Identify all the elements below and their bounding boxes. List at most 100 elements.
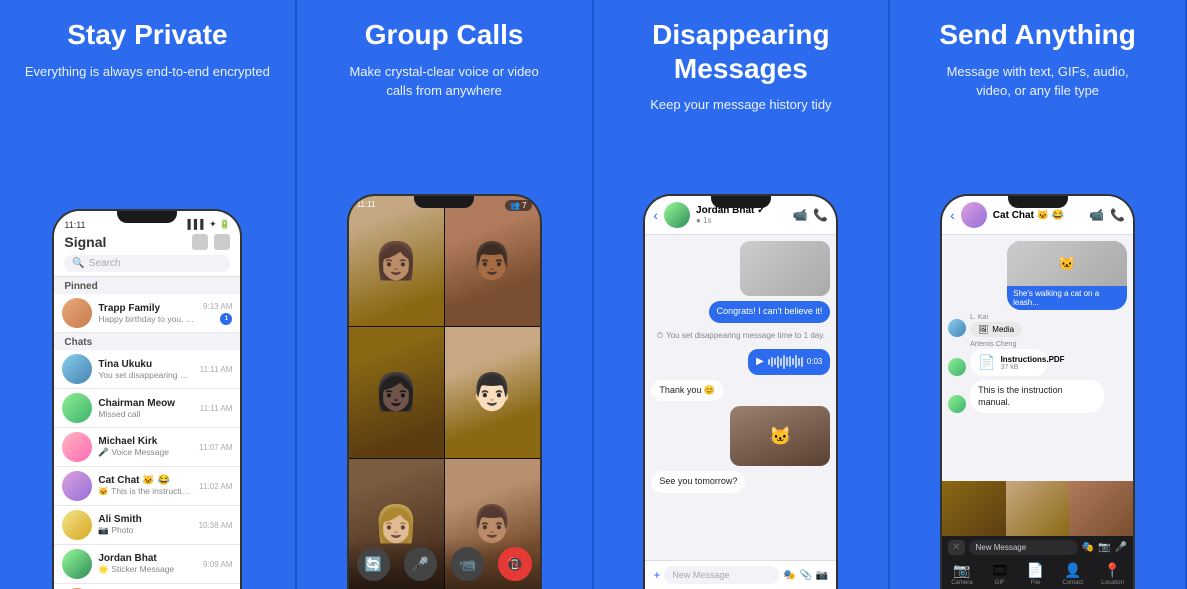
contact-action[interactable]: 👤 Contact: [1062, 562, 1083, 586]
avatar: [62, 510, 92, 540]
file-size: 37 kB: [1001, 364, 1065, 371]
chat-info: Michael Kirk 🎤 Voice Message: [98, 436, 193, 458]
video-button[interactable]: 📹: [451, 547, 484, 581]
call-tile: 👨🏾: [445, 196, 540, 326]
message-body: Congrats! I can't believe it! ⏱You set d…: [645, 235, 836, 499]
attachment-icon[interactable]: 📎: [799, 570, 811, 581]
received-text-item: This is the instruction manual.: [948, 380, 1127, 413]
send-input-bar: ✕ New Message 🎭 📷 🎤: [942, 536, 1133, 559]
back-button[interactable]: ‹: [950, 207, 955, 223]
file-action[interactable]: 📄 File: [1027, 562, 1044, 586]
chat-name: Jordan Bhat: [98, 553, 197, 564]
chat-preview: Happy birthday to you. Happy birthday to…: [98, 314, 197, 324]
plus-icon[interactable]: +: [653, 568, 660, 582]
list-item[interactable]: Ali Smith 📷 Photo 10:38 AM: [54, 506, 240, 545]
back-button[interactable]: ‹: [653, 207, 658, 223]
rotate-camera-button[interactable]: 🔄: [357, 547, 390, 581]
media-bubble: 🖼Media: [970, 322, 1022, 337]
chat-info: Chairman Meow Missed call: [98, 398, 193, 419]
list-item[interactable]: Chairman Meow Missed call 11:11 AM: [54, 389, 240, 428]
video-call-icon[interactable]: 📹: [792, 208, 807, 222]
chat-info: Ali Smith 📷 Photo: [98, 514, 192, 536]
camera-icon[interactable]: 📷: [1098, 542, 1110, 553]
phone-mockup-3: ‹ Jordan Bhat ✓ ● 1s 📹 📞: [643, 194, 838, 589]
gif-action[interactable]: 🎞 GIF: [991, 562, 1009, 586]
audio-waveform: [768, 355, 803, 369]
camera-icon: 📷: [953, 562, 970, 579]
list-item[interactable]: Michael Kirk 🎤 Voice Message 11:07 AM: [54, 428, 240, 467]
sticker-icon[interactable]: 🎭: [783, 570, 795, 581]
unread-badge: 1: [220, 313, 232, 325]
camera-icon[interactable]: [192, 234, 208, 250]
phone-screen-1: 11:11 ▌▌▌ ✦ 🔋 Signal 🔍 Search: [54, 211, 240, 589]
contact-icon: 👤: [1064, 562, 1081, 579]
phone-mockup-2: 11:11 👥 7 👩🏽 👨🏾 👩🏿 👨🏻: [347, 194, 542, 589]
list-item[interactable]: Cat Chat 🐱 😂 🐱 This is the instruction m…: [54, 467, 240, 506]
search-icon: 🔍: [72, 258, 84, 269]
chat-preview: Missed call: [98, 409, 193, 419]
chat-time: 11:07 AM: [199, 443, 232, 452]
send-anything-subtitle: Message with text, GIFs, audio,video, or…: [947, 62, 1129, 101]
send-message-input[interactable]: New Message: [969, 540, 1078, 555]
list-item[interactable]: Tina Ukuku You set disappearing message …: [54, 350, 240, 389]
end-call-button[interactable]: 📵: [498, 547, 531, 581]
file-info: Instructions.PDF 37 kB: [1001, 355, 1065, 371]
phone-screen-3: ‹ Jordan Bhat ✓ ● 1s 📹 📞: [645, 196, 836, 589]
sticker-icon[interactable]: 🎭: [1082, 542, 1094, 553]
chat-name: Cat Chat 🐱 😂: [98, 475, 193, 486]
message-bubble: See you tomorrow?: [651, 471, 745, 493]
message-input-bar: + New Message 🎭 📎 📷: [645, 560, 836, 589]
camera-action[interactable]: 📷 Camera: [951, 562, 972, 586]
file-icon: 📄: [978, 354, 995, 371]
list-item[interactable]: Trapp Family Happy birthday to you. Happ…: [54, 294, 240, 333]
chat-name: Michael Kirk: [98, 436, 193, 447]
camera-icon[interactable]: 📷: [816, 570, 828, 581]
media-tile[interactable]: [1069, 481, 1133, 536]
send-anything-title: Send Anything: [939, 18, 1136, 52]
send-message-body: 🐱 She's walking a cat on a leash... L. K…: [942, 235, 1133, 419]
sent-media-message: 🐱 She's walking a cat on a leash...: [1007, 241, 1127, 310]
chat-time: 9:09 AM: [203, 560, 232, 569]
contact-avatar: [961, 202, 987, 228]
call-controls: 🔄 🎤 📹 📵: [349, 539, 540, 589]
message-bubble: Thank you 😊: [651, 380, 723, 402]
avatar: [62, 471, 92, 501]
location-action[interactable]: 📍 Location: [1101, 562, 1124, 586]
list-item[interactable]: Jordan Bhat 🌟 Sticker Message 9:09 AM: [54, 545, 240, 584]
status-time: 11:11: [64, 220, 85, 230]
call-time: 11:11: [357, 200, 376, 211]
chat-info: Cat Chat 🐱 😂 🐱 This is the instruction m…: [98, 475, 193, 497]
send-anything-panel: Send Anything Message with text, GIFs, a…: [890, 0, 1187, 589]
avatar: [62, 393, 92, 423]
avatar: [62, 298, 92, 328]
phone-screen-4: ‹ Cat Chat 🐱 😂 📹 📞 🐱 She's walk: [942, 196, 1133, 589]
signal-header-icons: [192, 234, 230, 250]
avatar: [948, 319, 966, 337]
contact-name: Cat Chat 🐱 😂: [993, 210, 1083, 221]
participant-face: 👩🏿: [349, 327, 444, 457]
video-call-icon[interactable]: 📹: [1089, 208, 1104, 222]
message-bubble: This is the instruction manual.: [970, 380, 1104, 413]
chat-time: 9:13 AM: [203, 302, 232, 311]
media-tile[interactable]: [1006, 481, 1070, 536]
send-bottom-area: ✕ New Message 🎭 📷 🎤 📷 Camera 🎞: [942, 481, 1133, 589]
media-tile[interactable]: [942, 481, 1006, 536]
message-input[interactable]: New Message: [664, 566, 779, 584]
voice-call-icon[interactable]: 📞: [1110, 208, 1125, 222]
file-bubble: 📄 Instructions.PDF 37 kB: [970, 349, 1047, 376]
mic-icon[interactable]: 🎤: [1115, 542, 1127, 553]
close-icon[interactable]: ✕: [948, 540, 964, 555]
avatar: [62, 354, 92, 384]
list-item[interactable]: Sunsets 🌅 View-once media Tue: [54, 584, 240, 589]
group-calls-subtitle: Make crystal-clear voice or videocalls f…: [349, 62, 538, 101]
edit-icon[interactable]: [214, 234, 230, 250]
gif-label: GIF: [995, 580, 1005, 586]
call-tile: 👨🏻: [445, 327, 540, 457]
chat-info: Tina Ukuku You set disappearing message …: [98, 359, 193, 380]
chat-preview: You set disappearing message time to 1 d…: [98, 370, 193, 380]
sent-image: [740, 241, 830, 296]
phone-screen-2: 11:11 👥 7 👩🏽 👨🏾 👩🏿 👨🏻: [349, 196, 540, 589]
search-bar[interactable]: 🔍 Search: [64, 255, 230, 272]
mute-button[interactable]: 🎤: [404, 547, 437, 581]
voice-call-icon[interactable]: 📞: [813, 208, 828, 222]
